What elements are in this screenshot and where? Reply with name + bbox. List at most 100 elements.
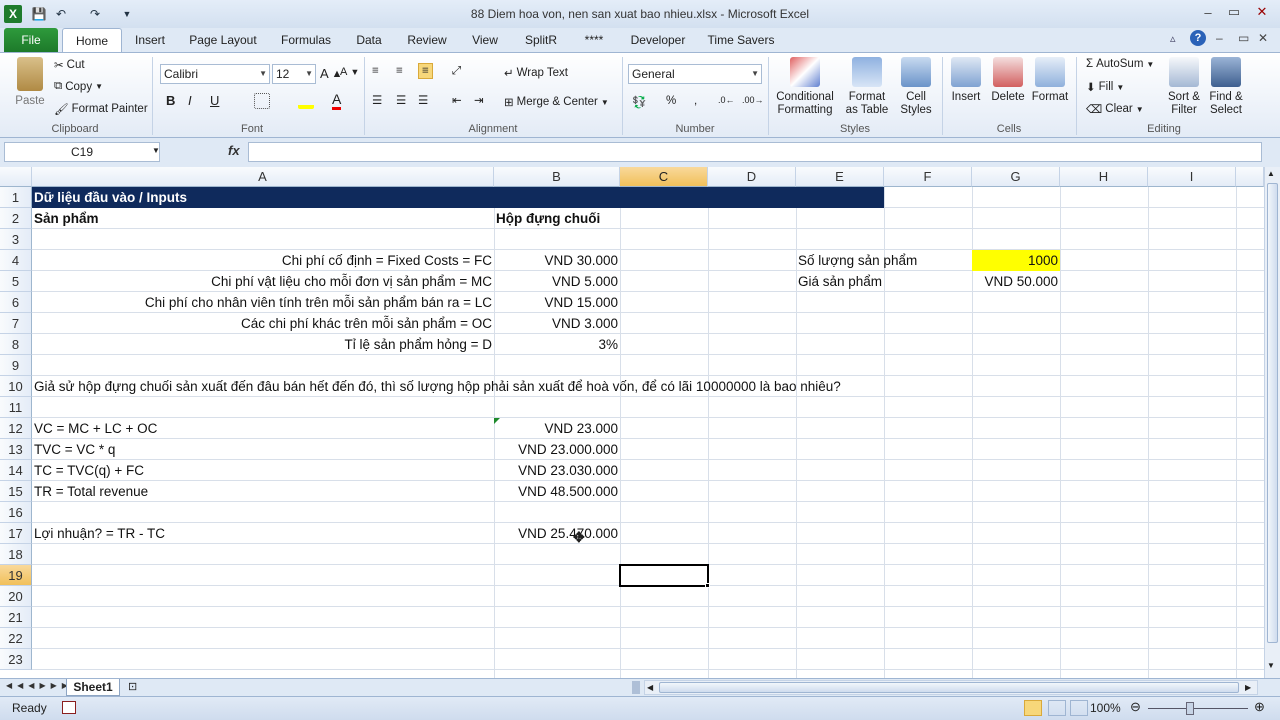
name-box[interactable]: C19	[4, 142, 160, 162]
select-all-corner[interactable]	[0, 167, 32, 187]
paste-button[interactable]: Paste	[10, 57, 50, 108]
cell-b17[interactable]: VND 25.470.000	[494, 523, 620, 544]
row-header[interactable]: 23	[0, 649, 32, 670]
row-header[interactable]: 5	[0, 271, 32, 292]
close-button[interactable]: ✕	[1250, 3, 1274, 21]
row-header[interactable]: 11	[0, 397, 32, 418]
zoom-in-icon[interactable]: ⊕	[1254, 699, 1265, 715]
column-header-f[interactable]: F	[884, 167, 972, 187]
selected-cell-c19[interactable]	[619, 564, 709, 587]
cell-b8[interactable]: 3%	[494, 334, 620, 355]
cell-a6[interactable]: Chi phí cho nhân viên tính trên mỗi sản …	[32, 292, 494, 313]
column-header-e[interactable]: E	[796, 167, 884, 187]
row-header[interactable]: 1	[0, 187, 32, 208]
row-header[interactable]: 9	[0, 355, 32, 376]
scroll-right-icon[interactable]: ▶	[1245, 681, 1251, 695]
insert-sheet-icon[interactable]: ⊡	[128, 680, 137, 693]
cell-a13[interactable]: TVC = VC * q	[32, 439, 117, 460]
insert-function-icon[interactable]: fx	[228, 143, 240, 158]
decrease-indent-button[interactable]: ⇤	[452, 93, 462, 107]
row-header[interactable]: 8	[0, 334, 32, 355]
row-header[interactable]: 18	[0, 544, 32, 565]
font-name-select[interactable]: Calibri ▼	[160, 64, 270, 84]
row-header[interactable]: 4	[0, 250, 32, 271]
column-header-g[interactable]: G	[972, 167, 1060, 187]
borders-button[interactable]	[254, 93, 270, 109]
tab-insert[interactable]: Insert	[130, 28, 170, 52]
column-header-b[interactable]: B	[494, 167, 620, 187]
format-as-table-button[interactable]: Format as Table	[840, 57, 894, 117]
row-header[interactable]: 16	[0, 502, 32, 523]
column-header-i[interactable]: I	[1148, 167, 1236, 187]
scroll-left-icon[interactable]: ◀	[647, 681, 653, 695]
comma-button[interactable]: ,	[694, 95, 697, 107]
fill-color-button[interactable]	[298, 93, 314, 109]
conditional-formatting-button[interactable]: Conditional Formatting	[772, 57, 838, 117]
increase-decimal-button[interactable]: .0←	[718, 95, 735, 105]
insert-cells-button[interactable]: Insert	[946, 57, 986, 104]
format-cells-button[interactable]: Format	[1030, 57, 1070, 104]
row-header[interactable]: 19	[0, 565, 32, 586]
bold-button[interactable]: B	[166, 93, 175, 108]
cell-a15[interactable]: TR = Total revenue	[32, 481, 150, 502]
font-color-button[interactable]: A	[332, 91, 342, 110]
align-center-button[interactable]: ☰	[396, 93, 406, 107]
zoom-slider-track[interactable]	[1148, 708, 1248, 709]
macro-record-icon[interactable]	[62, 701, 76, 714]
autosum-button[interactable]: Σ AutoSum ▼	[1086, 58, 1154, 70]
underline-button[interactable]: U	[210, 93, 219, 108]
column-header-a[interactable]: A	[32, 167, 494, 187]
decrease-decimal-button[interactable]: .00→	[742, 95, 764, 105]
row-header[interactable]: 22	[0, 628, 32, 649]
italic-button[interactable]: I	[188, 93, 192, 108]
font-size-select[interactable]: 12 ▼	[272, 64, 316, 84]
row-header[interactable]: 20	[0, 586, 32, 607]
row-header[interactable]: 13	[0, 439, 32, 460]
increase-indent-button[interactable]: ⇥	[474, 93, 484, 107]
horizontal-scrollbar[interactable]: ◀ ▶	[644, 680, 1258, 695]
cell-b5[interactable]: VND 5.000	[494, 271, 620, 292]
cell-b2[interactable]: Hộp đựng chuối	[494, 208, 602, 229]
cell-b4[interactable]: VND 30.000	[494, 250, 620, 271]
column-header-d[interactable]: D	[708, 167, 796, 187]
shrink-font-button[interactable]: A ▼	[340, 66, 359, 78]
cell-a5[interactable]: Chi phí vật liệu cho mỗi đơn vị sản phẩm…	[32, 271, 494, 292]
row-header[interactable]: 17	[0, 523, 32, 544]
zoom-level[interactable]: 100%	[1090, 701, 1121, 715]
fill-button[interactable]: ⬇ Fill ▼	[1086, 80, 1124, 94]
sheet-tab-sheet1[interactable]: Sheet1	[66, 679, 120, 696]
column-header-partial[interactable]	[1236, 167, 1264, 187]
cell-a17[interactable]: Lợi nhuận? = TR - TC	[32, 523, 167, 544]
cell-styles-button[interactable]: Cell Styles	[894, 57, 938, 117]
align-left-button[interactable]: ☰	[372, 93, 382, 107]
horizontal-scroll-thumb[interactable]	[659, 682, 1239, 693]
cell-b13[interactable]: VND 23.000.000	[494, 439, 620, 460]
row-header[interactable]: 15	[0, 481, 32, 502]
row-header[interactable]: 7	[0, 313, 32, 334]
column-header-h[interactable]: H	[1060, 167, 1148, 187]
sort-filter-button[interactable]: Sort & Filter	[1164, 57, 1204, 117]
page-break-view-icon[interactable]	[1070, 700, 1088, 716]
cell-a12[interactable]: VC = MC + LC + OC	[32, 418, 159, 439]
tab-formulas[interactable]: Formulas	[276, 28, 336, 52]
find-select-button[interactable]: Find & Select	[1206, 57, 1246, 117]
number-format-select[interactable]: General ▼	[628, 64, 762, 84]
cell-a14[interactable]: TC = TVC(q) + FC	[32, 460, 146, 481]
cell-b14[interactable]: VND 23.030.000	[494, 460, 620, 481]
row-header[interactable]: 3	[0, 229, 32, 250]
spreadsheet-grid[interactable]: A B C D E F G H I 1 2 3 4 5 6 7 8 9 10 11 12 13 14 15 1…	[0, 167, 1264, 678]
ribbon-minimize-icon[interactable]: ▵	[1170, 32, 1176, 45]
cut-button[interactable]: ✂ Cut	[54, 58, 85, 72]
merge-center-button[interactable]: ⊞ Merge & Center ▼	[504, 95, 609, 109]
percent-button[interactable]: %	[666, 95, 676, 107]
cell-b12[interactable]: VND 23.000	[494, 418, 620, 439]
row-header[interactable]: 10	[0, 376, 32, 397]
minimize-button[interactable]: –	[1196, 3, 1220, 21]
cell-a4[interactable]: Chi phí cố định = Fixed Costs = FC	[32, 250, 494, 271]
cell-b15[interactable]: VND 48.500.000	[494, 481, 620, 502]
row-header[interactable]: 21	[0, 607, 32, 628]
vertical-scroll-thumb[interactable]	[1267, 183, 1278, 643]
format-painter-button[interactable]: 🖌 Format Painter	[54, 102, 148, 116]
cell-e5[interactable]: Giá sản phẩm	[796, 271, 884, 292]
tab-review[interactable]: Review	[402, 28, 452, 52]
